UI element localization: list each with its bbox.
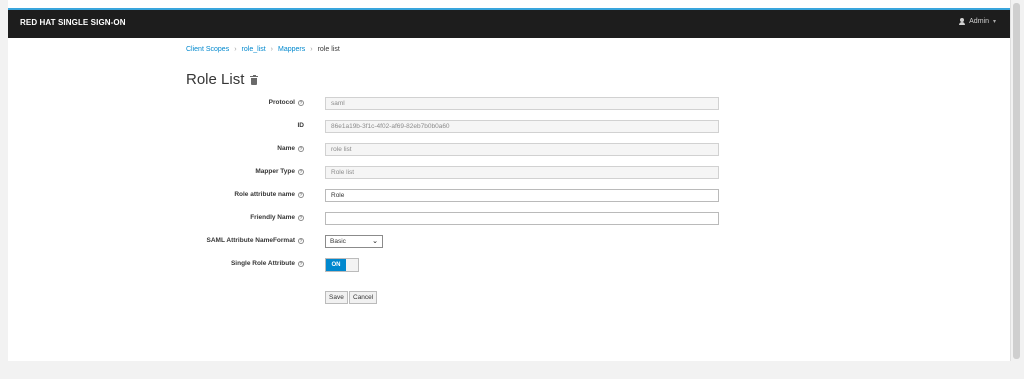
single-role-label: Single Role Attribute ? bbox=[231, 260, 304, 267]
window-frame-left bbox=[0, 0, 8, 379]
friendly-name-input[interactable] bbox=[325, 212, 719, 225]
help-icon[interactable]: ? bbox=[298, 237, 304, 244]
help-icon[interactable]: ? bbox=[298, 99, 304, 106]
breadcrumb-mappers[interactable]: Mappers bbox=[278, 46, 305, 53]
saml-nameformat-label-text: SAML Attribute NameFormat bbox=[206, 237, 295, 244]
friendly-name-label-text: Friendly Name bbox=[250, 214, 295, 221]
help-icon[interactable]: ? bbox=[298, 168, 304, 175]
role-attribute-name-label-text: Role attribute name bbox=[234, 191, 295, 198]
trash-icon[interactable] bbox=[250, 74, 259, 85]
breadcrumb-role-list-scope[interactable]: role_list bbox=[242, 46, 266, 53]
breadcrumb-current: role list bbox=[317, 46, 340, 53]
single-role-toggle[interactable]: ON bbox=[325, 258, 359, 272]
help-icon[interactable]: ? bbox=[298, 214, 304, 221]
breadcrumb-separator: › bbox=[310, 46, 313, 53]
cancel-button[interactable]: Cancel bbox=[349, 291, 378, 304]
user-icon bbox=[959, 18, 966, 25]
breadcrumb-separator: › bbox=[270, 46, 274, 53]
scrollbar-thumb[interactable] bbox=[1013, 3, 1020, 359]
form-row-protocol: Protocol ? bbox=[8, 97, 1010, 111]
window-frame-bottom bbox=[0, 361, 1024, 379]
id-label: ID bbox=[298, 122, 305, 129]
form-row-single-role: Single Role Attribute ? ON bbox=[8, 258, 1010, 272]
role-attribute-name-input[interactable] bbox=[325, 189, 719, 202]
name-label: Name ? bbox=[277, 145, 304, 152]
mapper-type-label: Mapper Type ? bbox=[255, 168, 304, 175]
main-content: Client Scopes › role_list › Mappers › ro… bbox=[8, 38, 1010, 361]
user-menu[interactable]: Admin ▾ bbox=[959, 18, 996, 25]
id-label-text: ID bbox=[297, 122, 305, 129]
breadcrumb-client-scopes[interactable]: Client Scopes bbox=[186, 46, 229, 53]
form-row-friendly-name: Friendly Name ? bbox=[8, 212, 1010, 226]
mapper-type-field[interactable] bbox=[325, 166, 719, 179]
mapper-type-label-text: Mapper Type bbox=[255, 168, 295, 175]
breadcrumb: Client Scopes › role_list › Mappers › ro… bbox=[186, 46, 340, 53]
single-role-label-text: Single Role Attribute bbox=[230, 260, 295, 267]
user-name: Admin bbox=[969, 18, 989, 25]
toggle-on-label: ON bbox=[326, 259, 346, 271]
page-title: Role List bbox=[186, 71, 245, 88]
form-row-mapper-type: Mapper Type ? bbox=[8, 166, 1010, 180]
breadcrumb-separator: › bbox=[234, 46, 237, 53]
top-navbar: RED HAT SINGLE SIGN-ON Admin ▾ bbox=[8, 8, 1010, 38]
chevron-down-icon: ▾ bbox=[992, 19, 996, 25]
save-button[interactable]: Save bbox=[325, 291, 348, 304]
form-row-id: ID bbox=[8, 120, 1010, 134]
protocol-label-text: Protocol bbox=[268, 99, 295, 106]
form-row-name: Name ? bbox=[8, 143, 1010, 157]
help-icon[interactable]: ? bbox=[298, 145, 304, 152]
help-icon[interactable]: ? bbox=[298, 191, 304, 198]
brand-logo[interactable]: RED HAT SINGLE SIGN-ON bbox=[20, 18, 126, 27]
help-icon[interactable]: ? bbox=[298, 260, 304, 267]
saml-nameformat-select[interactable]: Basic ⌄ bbox=[325, 235, 383, 248]
saml-nameformat-label: SAML Attribute NameFormat ? bbox=[207, 237, 304, 244]
name-label-text: Name bbox=[277, 145, 295, 152]
form-actions: Save Cancel bbox=[8, 291, 1010, 305]
name-field[interactable] bbox=[325, 143, 719, 156]
role-attribute-name-label: Role attribute name ? bbox=[234, 191, 304, 198]
friendly-name-label: Friendly Name ? bbox=[250, 214, 304, 221]
saml-nameformat-value: Basic bbox=[330, 238, 346, 245]
protocol-label: Protocol ? bbox=[269, 99, 304, 106]
protocol-field[interactable] bbox=[325, 97, 719, 110]
form-row-saml-nameformat: SAML Attribute NameFormat ? Basic ⌄ bbox=[8, 235, 1010, 249]
chevron-down-icon: ⌄ bbox=[372, 238, 378, 245]
page-header: Role List bbox=[186, 71, 259, 88]
id-field[interactable] bbox=[325, 120, 719, 133]
form-row-role-attribute-name: Role attribute name ? bbox=[8, 189, 1010, 203]
